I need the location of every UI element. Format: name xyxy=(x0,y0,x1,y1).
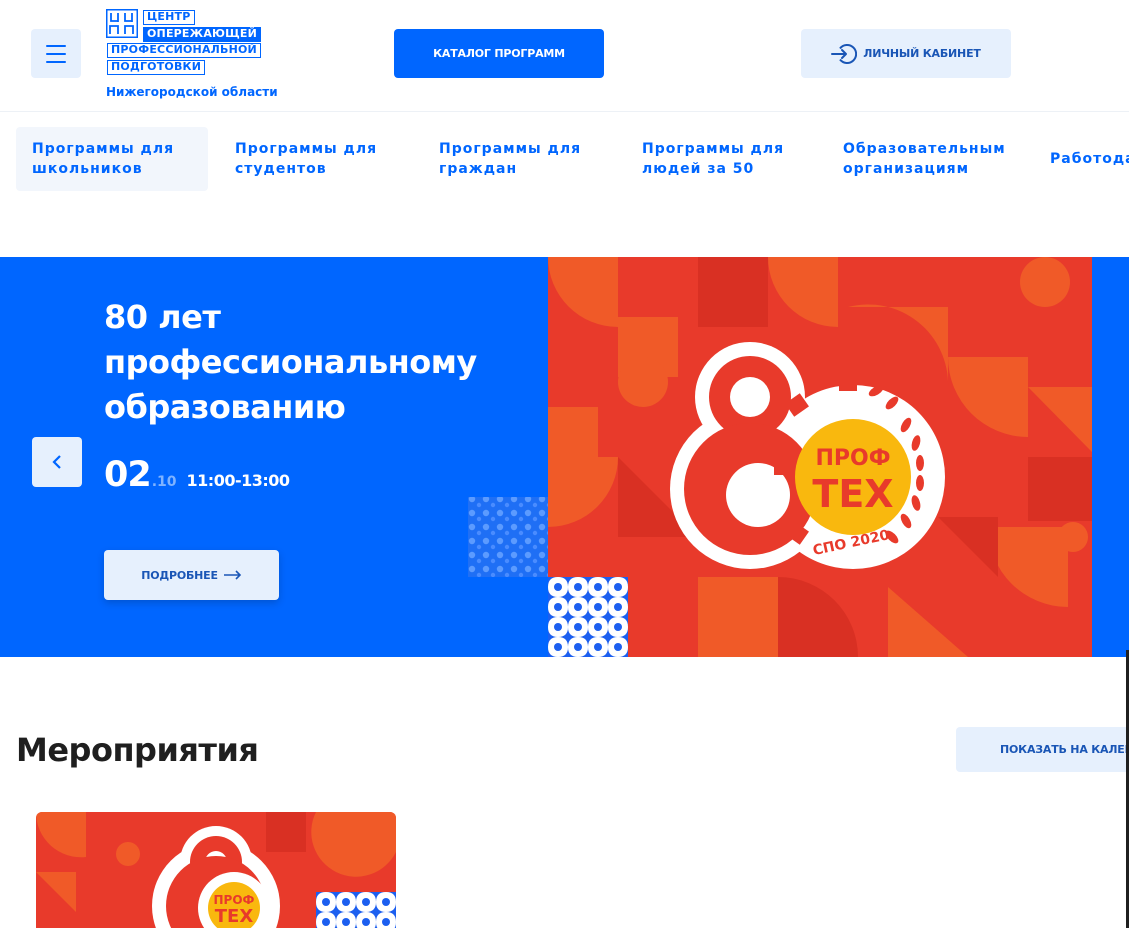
hero-day: 02 xyxy=(104,455,152,495)
hero-illustration: ПРОФ ТЕХ СПО 2020 xyxy=(468,257,1092,657)
event-card[interactable]: ПРОФ ТЕХ xyxy=(36,812,396,928)
header-divider xyxy=(0,111,1129,112)
personal-cabinet-button[interactable]: ЛИЧНЫЙ КАБИНЕТ xyxy=(801,29,1011,78)
logo-line-4: ПОДГОТОВКИ xyxy=(107,60,206,75)
logo-mark-icon xyxy=(106,9,138,38)
catalog-label: КАТАЛОГ ПРОГРАММ xyxy=(433,47,565,60)
menu-button[interactable] xyxy=(31,29,81,78)
hero-title: 80 лет профессиональному образованию xyxy=(104,298,477,426)
card-badge-line-2: ТЕХ xyxy=(215,906,254,927)
logo-region: Нижегородской области xyxy=(106,85,278,99)
arrow-right-icon xyxy=(223,570,241,580)
cabinet-label: ЛИЧНЫЙ КАБИНЕТ xyxy=(863,47,981,60)
events-title: Мероприятия xyxy=(16,731,259,769)
nav-item-educational-orgs[interactable]: Образовательным организациям xyxy=(827,127,1019,191)
hamburger-icon xyxy=(46,44,66,47)
card-badge-line-1: ПРОФ xyxy=(214,893,255,907)
more-label: ПОДРОБНЕЕ xyxy=(141,568,218,582)
login-icon xyxy=(831,43,858,64)
site-logo[interactable]: ЦЕНТР ОПЕРЕЖАЮЩЕЙ ПРОФЕССИОНАЛЬНОЙ ПОДГО… xyxy=(106,9,278,104)
event-card-image: ПРОФ ТЕХ xyxy=(36,812,396,928)
slider-prev-button[interactable] xyxy=(32,437,82,487)
nav-item-students[interactable]: Программы для студентов xyxy=(219,127,411,191)
show-calendar-button[interactable]: ПОКАЗАТЬ НА КАЛЕН xyxy=(956,727,1129,772)
logo-line-3: ПРОФЕССИОНАЛЬНОЙ xyxy=(107,43,261,58)
catalog-button[interactable]: КАТАЛОГ ПРОГРАММ xyxy=(394,29,604,78)
logo-line-2: ОПЕРЕЖАЮЩЕЙ xyxy=(143,27,262,42)
nav-item-schoolchildren[interactable]: Программы для школьников xyxy=(16,127,208,191)
chevron-left-icon xyxy=(52,455,61,469)
logo-line-1: ЦЕНТР xyxy=(143,10,195,25)
calendar-label: ПОКАЗАТЬ НА КАЛЕН xyxy=(1000,743,1129,756)
more-button[interactable]: ПОДРОБНЕЕ xyxy=(104,550,279,600)
hero-time: 11:00-13:00 xyxy=(186,471,291,490)
hero-month: .10 xyxy=(151,474,177,490)
nav-item-over-50[interactable]: Программы для людей за 50 xyxy=(626,127,818,191)
badge-line-2: ТЕХ xyxy=(812,472,893,516)
nav-item-employers[interactable]: Работода xyxy=(1034,127,1129,191)
nav-item-citizens[interactable]: Программы для граждан xyxy=(423,127,615,191)
hero-date: 02 .10 11:00-13:00 xyxy=(104,455,290,495)
badge-line-1: ПРОФ xyxy=(815,446,890,471)
hero-slider: 80 лет профессиональному образованию 02 … xyxy=(0,257,1129,657)
